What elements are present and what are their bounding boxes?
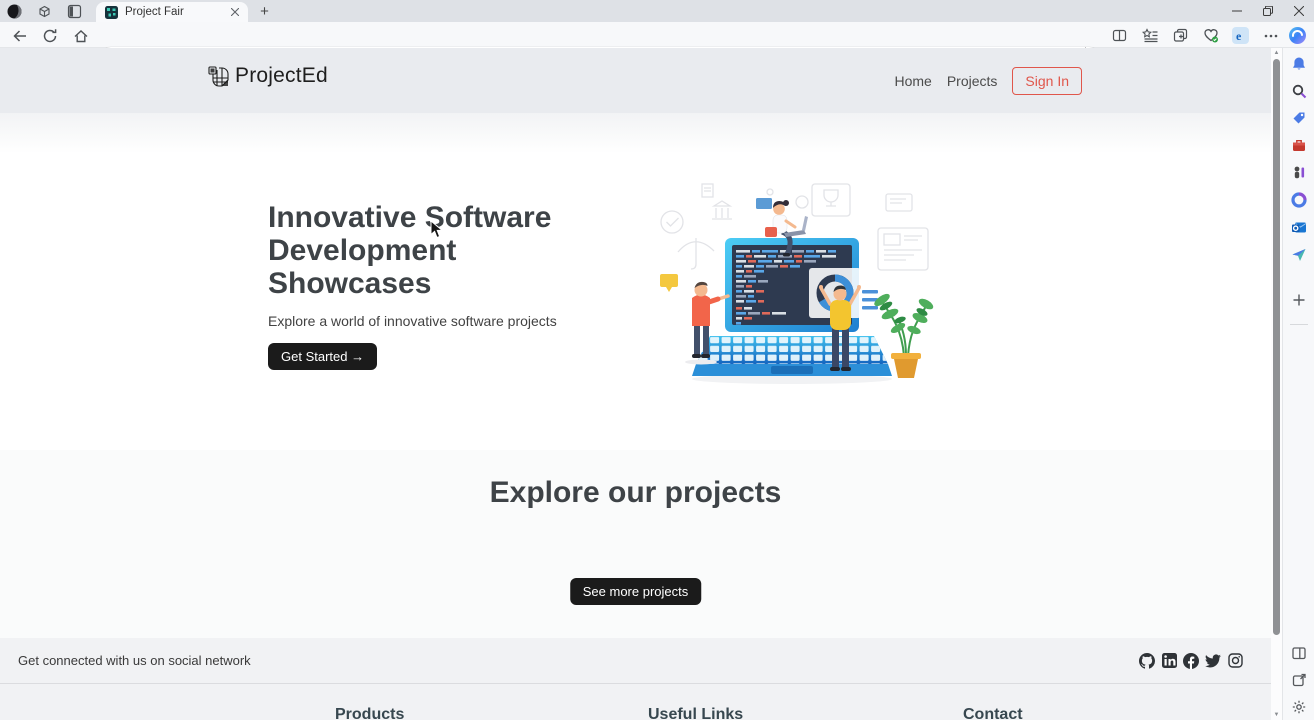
browser-essentials-icon[interactable] [1201,26,1220,45]
site-footer: Get connected with us on social network [0,638,1271,720]
scroll-down-arrow[interactable]: ▼ [1271,710,1282,720]
svg-text:e: e [1236,29,1242,43]
browser-toolbar: localhost:3000 A e [0,22,1314,67]
site-header: ProjectEd Home Projects Sign In [0,48,1271,113]
scrollbar-thumb[interactable] [1273,59,1280,635]
footer-column-useful-links: Useful Links [648,706,744,720]
social-band-text: Get connected with us on social network [18,653,251,668]
page-viewport: ProjectEd Home Projects Sign In Innovati… [0,48,1271,720]
notifications-bell-icon[interactable] [1290,55,1308,73]
hero-section: Innovative Software Development Showcase… [0,113,1271,450]
see-more-projects-button[interactable]: See more projects [569,578,702,605]
site-logo-text: ProjectEd [235,64,328,87]
sidebar-search-icon[interactable] [1290,82,1308,100]
shopping-tag-icon[interactable] [1290,109,1308,127]
outlook-icon[interactable] [1290,218,1308,236]
projected-logo-icon [208,65,229,87]
split-panel-icon[interactable] [1290,644,1308,662]
tab-title: Project Fair [125,6,184,18]
nav-link-home[interactable]: Home [894,73,931,89]
get-started-button[interactable]: Get Started → [268,343,378,370]
hero-illustration [660,183,934,384]
browser-titlebar: Project Fair + [0,0,1314,22]
minimize-button[interactable] [1221,0,1252,22]
toolbox-icon[interactable] [1290,136,1308,154]
drop-icon[interactable] [1290,245,1308,263]
close-window-button[interactable] [1283,0,1314,22]
tab-favicon [105,5,118,19]
linkedin-icon[interactable] [1161,653,1177,669]
copilot-icon[interactable] [1288,26,1307,45]
instagram-icon[interactable] [1227,653,1243,669]
split-screen-icon[interactable] [1110,26,1129,45]
site-logo[interactable]: ProjectEd [207,64,328,88]
main-nav: Home Projects Sign In [894,48,1082,113]
tab-close-icon[interactable] [227,5,242,20]
more-menu-icon[interactable] [1261,26,1280,45]
sign-in-button[interactable]: Sign In [1012,66,1082,95]
browser-tab[interactable]: Project Fair [96,2,248,22]
scroll-up-arrow[interactable]: ▲ [1271,48,1282,58]
collections-icon[interactable] [1171,26,1190,45]
sidebar-add-icon[interactable] [1290,291,1308,309]
profile-sphere-icon[interactable] [6,3,23,20]
settings-gear-icon[interactable] [1290,698,1308,716]
hero-title: Innovative Software Development Showcase… [268,201,552,300]
games-icon[interactable] [1290,163,1308,181]
open-external-icon[interactable] [1290,671,1308,689]
facebook-icon[interactable] [1183,652,1199,669]
github-icon[interactable] [1139,652,1155,669]
ie-mode-icon[interactable]: e [1231,26,1250,45]
twitter-icon[interactable] [1205,653,1221,669]
home-icon[interactable] [71,26,90,45]
workspaces-icon[interactable] [36,3,53,20]
page-scrollbar[interactable]: ▲ ▼ [1271,48,1282,720]
browser-window: Project Fair + localhost:3000 A [0,0,1314,720]
projects-section: Explore our projects See more projects [0,450,1271,638]
restore-button[interactable] [1252,0,1283,22]
footer-column-products: Products [335,706,405,720]
refresh-icon[interactable] [40,26,59,45]
hero-subtitle: Explore a world of innovative software p… [268,313,557,329]
new-tab-button[interactable]: + [256,3,273,20]
footer-column-contact: Contact [963,706,1023,720]
sidebar-divider [1290,324,1308,325]
edge-sidebar [1282,48,1314,720]
vertical-tabs-icon[interactable] [66,3,83,20]
nav-link-projects[interactable]: Projects [947,73,998,89]
back-icon[interactable] [10,26,29,45]
projects-section-title: Explore our projects [489,476,782,509]
favorites-list-icon[interactable] [1140,26,1159,45]
designer-icon[interactable] [1290,191,1308,209]
